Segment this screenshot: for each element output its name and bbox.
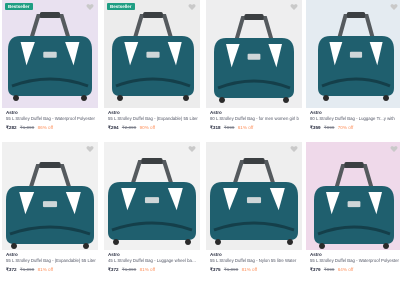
product-card[interactable]: Astro 80 L Strolley Duffel Bag - for men…: [206, 0, 302, 138]
product-discount: 70% off: [337, 125, 354, 130]
product-price: ₹359: [310, 125, 321, 130]
product-mrp: ₹1,999: [19, 125, 35, 130]
product-title[interactable]: 55 L Strolley Duffel Bag - Waterproof Po…: [310, 258, 400, 263]
price-row: ₹318 ₹999 61% off: [210, 125, 300, 131]
product-brand: Astro: [6, 252, 18, 257]
price-row: ₹282 ₹1,999 86% off: [6, 125, 96, 131]
product-card[interactable]: Astro 45 L Strolley Duffel Bag - Luggage…: [104, 142, 200, 280]
price-row: ₹375 ₹1,999 81% off: [210, 267, 300, 273]
product-price: ₹372: [108, 267, 119, 272]
product-card[interactable]: Astro 55 L Strolley Duffel Bag - Waterpr…: [306, 142, 400, 280]
product-card[interactable]: Astro 55 L Strolley Duffel Bag - Nylon 5…: [206, 142, 302, 280]
product-price: ₹372: [6, 267, 17, 272]
product-info: Astro 80 L Strolley Duffel Bag - for men…: [210, 110, 300, 131]
product-info: Astro 55 L Strolley Duffel Bag - (Expand…: [108, 110, 198, 131]
product-mrp: ₹1,999: [19, 267, 35, 272]
product-discount: 90% off: [139, 125, 156, 130]
product-card[interactable]: Bestseller Astro 55 L Strolley Duffel Ba…: [104, 0, 200, 138]
product-image-area[interactable]: [2, 142, 98, 250]
product-image: [6, 162, 94, 249]
product-title[interactable]: 55 L Strolley Duffel Bag - Nylon 55 litr…: [210, 258, 300, 263]
heart-icon[interactable]: [390, 3, 398, 11]
product-image: [210, 158, 298, 245]
product-price: ₹318: [210, 125, 221, 130]
heart-icon[interactable]: [86, 145, 94, 153]
product-brand: Astro: [310, 110, 322, 115]
product-price: ₹375: [210, 267, 221, 272]
product-image-area[interactable]: [306, 142, 400, 250]
product-discount: 81% off: [139, 267, 156, 272]
product-image: [108, 158, 196, 245]
product-discount: 81% off: [37, 267, 54, 272]
product-info: Astro 45 L Strolley Duffel Bag - Luggage…: [108, 252, 198, 273]
heart-icon[interactable]: [390, 145, 398, 153]
product-image-area[interactable]: [206, 0, 302, 108]
product-mrp: ₹999: [323, 267, 335, 272]
product-image-area[interactable]: Bestseller: [104, 0, 200, 108]
product-card[interactable]: Astro 80 L Strolley Duffel Bag - Luggage…: [306, 0, 400, 138]
heart-icon[interactable]: [290, 3, 298, 11]
heart-icon[interactable]: [290, 145, 298, 153]
product-image-area[interactable]: [104, 142, 200, 250]
product-price: ₹294: [108, 125, 119, 130]
price-row: ₹359 ₹999 70% off: [310, 125, 400, 131]
product-price: ₹282: [6, 125, 17, 130]
product-image-area[interactable]: [306, 0, 400, 108]
product-brand: Astro: [310, 252, 322, 257]
product-info: Astro 55 L Strolley Duffel Bag - Waterpr…: [310, 252, 400, 273]
heart-icon[interactable]: [188, 145, 196, 153]
product-mrp: ₹2,999: [121, 125, 137, 130]
product-mrp: ₹1,999: [121, 267, 137, 272]
product-image-area[interactable]: Bestseller: [2, 0, 98, 108]
product-price: ₹379: [310, 267, 321, 272]
product-image-area[interactable]: [206, 142, 302, 250]
heart-icon[interactable]: [188, 3, 196, 11]
product-image: [214, 14, 294, 103]
product-image: [314, 162, 394, 249]
product-discount: 64% off: [337, 267, 354, 272]
product-info: Astro 55 L Strolley Duffel Bag - Waterpr…: [6, 110, 96, 131]
price-row: ₹294 ₹2,999 90% off: [108, 125, 198, 131]
product-discount: 61% off: [237, 125, 254, 130]
product-discount: 81% off: [241, 267, 258, 272]
product-brand: Astro: [210, 110, 222, 115]
product-brand: Astro: [6, 110, 18, 115]
product-mrp: ₹1,999: [223, 267, 239, 272]
product-image: [8, 12, 92, 101]
product-brand: Astro: [108, 110, 120, 115]
product-image: [112, 12, 194, 101]
product-mrp: ₹999: [223, 125, 235, 130]
product-mrp: ₹999: [323, 125, 335, 130]
product-title[interactable]: 80 L Strolley Duffel Bag - Luggage Tr...…: [310, 116, 400, 121]
product-image: [318, 12, 394, 101]
product-card[interactable]: Astro 55 L Strolley Duffel Bag - (Expand…: [2, 142, 98, 280]
bestseller-badge: Bestseller: [5, 3, 33, 10]
product-title[interactable]: 55 L Strolley Duffel Bag - (Expandable) …: [108, 116, 198, 121]
product-grid: Bestseller Astro 55 L Strolley Duffel Ba…: [0, 0, 400, 284]
product-title[interactable]: 55 L Strolley Duffel Bag - Waterproof Po…: [6, 116, 96, 121]
product-title[interactable]: 55 L Strolley Duffel Bag - (Expandable) …: [6, 258, 96, 263]
price-row: ₹372 ₹1,999 81% off: [108, 267, 198, 273]
product-brand: Astro: [108, 252, 120, 257]
product-info: Astro 55 L Strolley Duffel Bag - (Expand…: [6, 252, 96, 273]
bestseller-badge: Bestseller: [107, 3, 135, 10]
product-brand: Astro: [210, 252, 222, 257]
price-row: ₹379 ₹999 64% off: [310, 267, 400, 273]
product-info: Astro 55 L Strolley Duffel Bag - Nylon 5…: [210, 252, 300, 273]
product-card[interactable]: Bestseller Astro 55 L Strolley Duffel Ba…: [2, 0, 98, 138]
heart-icon[interactable]: [86, 3, 94, 11]
product-title[interactable]: 80 L Strolley Duffel Bag - for men women…: [210, 116, 300, 121]
product-discount: 86% off: [37, 125, 54, 130]
product-info: Astro 80 L Strolley Duffel Bag - Luggage…: [310, 110, 400, 131]
price-row: ₹372 ₹1,999 81% off: [6, 267, 96, 273]
product-title[interactable]: 45 L Strolley Duffel Bag - Luggage wheel…: [108, 258, 198, 263]
